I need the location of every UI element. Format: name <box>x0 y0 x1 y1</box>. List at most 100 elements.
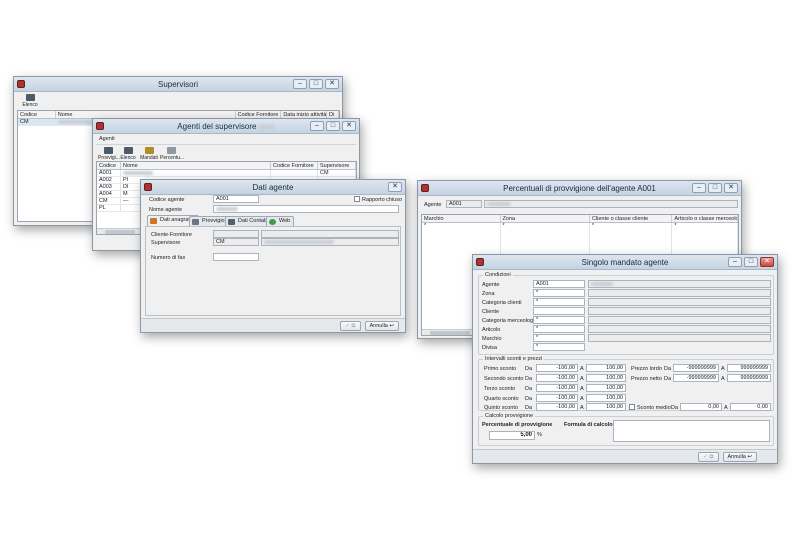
cond-zona-field[interactable]: * <box>533 289 585 297</box>
cond-cliente-field[interactable] <box>533 307 585 315</box>
cond-agente-field[interactable]: A001 <box>533 280 585 288</box>
sconto-5-da[interactable]: -100,00 <box>536 403 578 411</box>
grid-header: Marchio Zona Cliente o classe cliente Ar… <box>422 215 738 223</box>
numero-fax-field[interactable] <box>213 253 259 261</box>
title-bar: Percentuali di provvigione dell'agente A… <box>418 181 741 196</box>
formula-field[interactable] <box>613 420 770 442</box>
da-label: Da <box>525 386 533 392</box>
sconto-3-da[interactable]: -100,00 <box>536 384 578 392</box>
elenco-tool[interactable]: Elenco <box>120 147 136 161</box>
sconto-1-a[interactable]: 100,00 <box>586 364 626 372</box>
cond-articolo-field[interactable]: * <box>533 325 585 333</box>
close-button[interactable]: ✕ <box>388 182 402 192</box>
close-button[interactable]: ✕ <box>724 183 738 193</box>
printer-icon <box>25 94 35 101</box>
cond-marchio-desc <box>588 334 771 342</box>
nome-agente-label: Nome agente <box>149 207 183 213</box>
annulla-button[interactable]: Annulla ↩ <box>364 321 399 331</box>
col-articolo[interactable]: Articolo o classe merceologica <box>672 215 738 222</box>
sconto-3-a[interactable]: 100,00 <box>586 384 626 392</box>
codice-agente-field[interactable]: A001 <box>213 195 259 203</box>
rapporto-chiuso-checkbox[interactable] <box>354 196 360 202</box>
cliente-fornitore-desc <box>261 230 399 238</box>
cell-codice: CM <box>18 119 56 125</box>
sconto-4-da[interactable]: -100,00 <box>536 394 578 402</box>
prezzo-lordo-da[interactable]: -999999999 <box>673 364 719 372</box>
prezzo-lordo-a[interactable]: 999999999 <box>727 364 771 372</box>
supervisore-desc <box>261 238 399 246</box>
col-di[interactable]: Di <box>327 111 339 118</box>
col-codice-fornitore[interactable]: Codice Fornitore <box>236 111 282 118</box>
cond-marchio-field[interactable]: * <box>533 334 585 342</box>
close-button[interactable]: ✕ <box>760 257 774 267</box>
tab-web[interactable]: Web <box>266 216 295 226</box>
printer-icon <box>123 147 133 154</box>
annulla-button[interactable]: Annulla ↩ <box>722 452 757 462</box>
cell-codice: A002 <box>97 177 121 183</box>
elenco-label: Elenco <box>22 102 38 108</box>
calcolo-title: Calcolo provvigione <box>483 413 535 419</box>
title-bar: Agenti del supervisore – □ ✕ <box>93 119 359 134</box>
ok-button[interactable]: ✓ ⧉ <box>340 321 361 331</box>
col-supervisore[interactable]: Supervisore <box>318 162 356 169</box>
col-zona[interactable]: Zona <box>501 215 590 222</box>
minimize-button[interactable]: – <box>310 121 324 131</box>
cliente-fornitore-field[interactable] <box>213 230 259 238</box>
mandati-icon <box>144 147 154 154</box>
cell-codice: A001 <box>97 170 121 176</box>
cond-divisa-field[interactable]: * <box>533 343 585 351</box>
table-row[interactable]: A001 CM <box>97 170 356 177</box>
percentuale-field[interactable]: 5,00 <box>489 431 535 440</box>
col-nome[interactable]: Nome <box>121 162 271 169</box>
supervisore-label: Supervisore <box>151 240 181 246</box>
sconto-medio-checkbox[interactable] <box>629 404 635 410</box>
bottom-bar: ✓ ⧉ Annulla ↩ <box>141 318 405 332</box>
minimize-button[interactable]: – <box>728 257 742 267</box>
title-bar: Supervisori – □ ✕ <box>14 77 342 92</box>
minimize-button[interactable]: – <box>293 79 307 89</box>
cond-label: Categoria clienti <box>482 300 522 306</box>
col-codice[interactable]: Codice <box>97 162 121 169</box>
maximize-button[interactable]: □ <box>326 121 340 131</box>
sconto-2-a[interactable]: 100,00 <box>586 374 626 382</box>
maximize-button[interactable]: □ <box>309 79 323 89</box>
cond-zona-desc <box>588 289 771 297</box>
cell-codice: A004 <box>97 191 121 197</box>
cond-categoria-merceologica-desc <box>588 316 771 324</box>
agente-field[interactable]: A001 <box>446 200 482 208</box>
sconto-medio-a[interactable]: 0,00 <box>730 403 771 411</box>
cond-categoria-clienti-field[interactable]: * <box>533 298 585 306</box>
sconto-1-da[interactable]: -100,00 <box>536 364 578 372</box>
percentuali-tool[interactable]: Percentu... <box>160 147 184 161</box>
minimize-button[interactable]: – <box>692 183 706 193</box>
mandati-tool[interactable]: Mandati <box>140 147 158 161</box>
sconto-label: Quinto sconto <box>484 405 518 411</box>
sconto-2-da[interactable]: -100,00 <box>536 374 578 382</box>
close-button[interactable]: ✕ <box>342 121 356 131</box>
col-codice[interactable]: Codice <box>18 111 56 118</box>
maximize-button[interactable]: □ <box>708 183 722 193</box>
bottom-bar: ✓ ⧉ Annulla ↩ <box>473 449 777 463</box>
cond-categoria-merceologica-field[interactable]: * <box>533 316 585 324</box>
close-button[interactable]: ✕ <box>325 79 339 89</box>
prezzo-netto-da[interactable]: -999999999 <box>673 374 719 382</box>
cond-label: Zona <box>482 291 495 297</box>
supervisore-field[interactable]: CM <box>213 238 259 246</box>
sconto-medio-da[interactable]: 0,00 <box>680 403 722 411</box>
col-data-inizio[interactable]: Data inizio attività <box>281 111 328 118</box>
nome-agente-field[interactable] <box>213 205 399 213</box>
elenco-tool[interactable]: Elenco <box>20 94 40 108</box>
sconto-5-a[interactable]: 100,00 <box>586 403 626 411</box>
prezzo-netto-a[interactable]: 999999999 <box>727 374 771 382</box>
provvigioni-tool[interactable]: Provvigi... <box>98 147 120 161</box>
ok-button[interactable]: ✓ ⧉ <box>698 452 719 462</box>
maximize-button[interactable]: □ <box>744 257 758 267</box>
col-marchio[interactable]: Marchio <box>422 215 501 222</box>
col-nome[interactable]: Nome <box>56 111 236 118</box>
cond-cliente-desc <box>588 307 771 315</box>
col-cliente[interactable]: Cliente o classe cliente <box>590 215 673 222</box>
sconto-4-a[interactable]: 100,00 <box>586 394 626 402</box>
col-codice-fornitore[interactable]: Codice Fornitore <box>271 162 318 169</box>
globe-icon <box>269 219 276 225</box>
cond-label: Cliente <box>482 309 500 315</box>
